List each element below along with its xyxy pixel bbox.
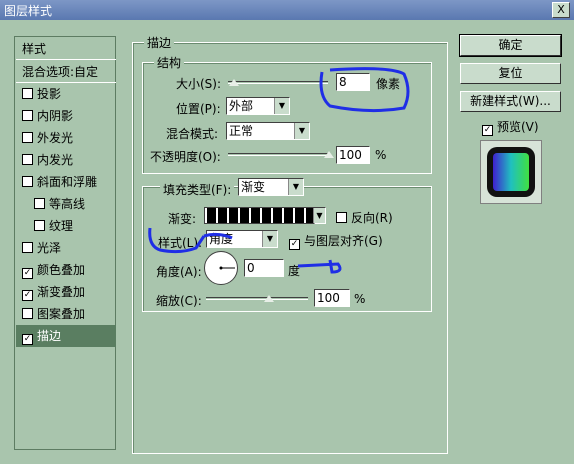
annotation-style-arrow <box>203 232 233 240</box>
annotation-style-mark <box>148 227 206 254</box>
annotation-overlay <box>148 67 410 274</box>
annotation-angle-arrow <box>297 259 342 274</box>
annotation-size-circle <box>319 67 410 113</box>
